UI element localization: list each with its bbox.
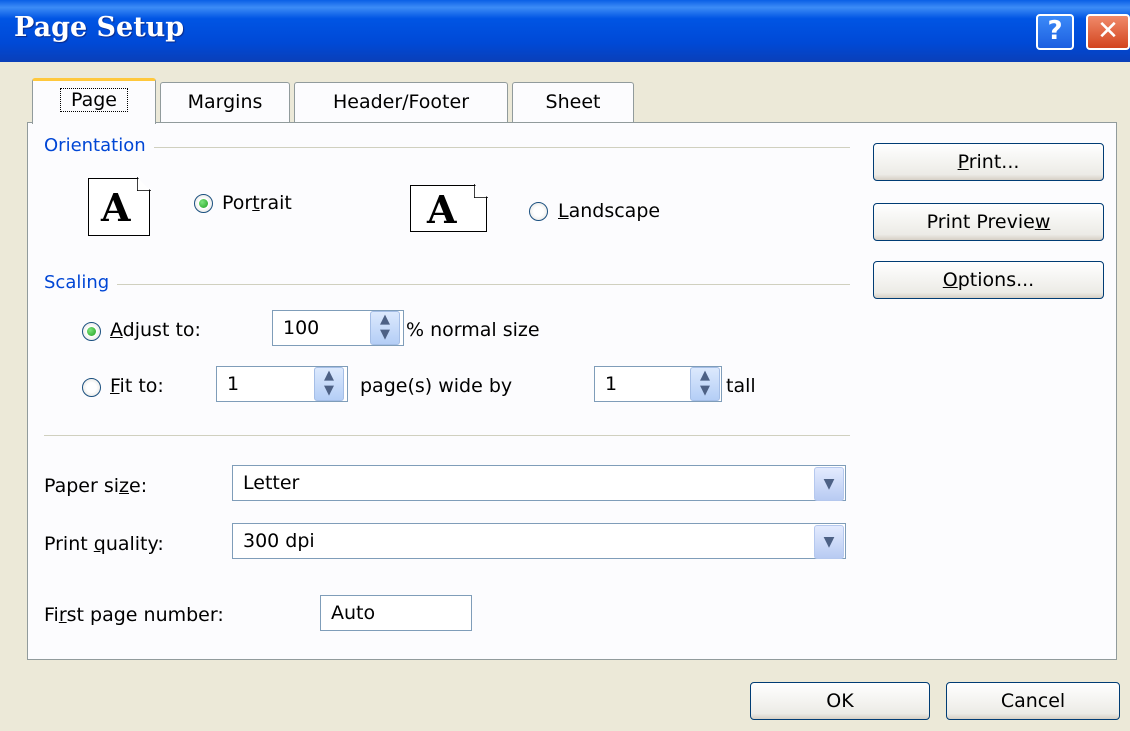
portrait-glyph: A — [101, 185, 131, 230]
cancel-button[interactable]: Cancel — [946, 682, 1120, 720]
tab-header-footer-label: Header/Footer — [332, 91, 470, 113]
chevron-down-icon[interactable]: ▼ — [814, 467, 844, 501]
page-tab-panel: Orientation A Portrait A Landscape Scali… — [27, 122, 1117, 660]
adjust-to-radio[interactable] — [82, 322, 101, 341]
spin-up-icon[interactable]: ▲ — [380, 312, 390, 327]
ok-button[interactable]: OK — [750, 682, 930, 720]
section-divider — [44, 435, 850, 436]
scaling-divider — [44, 284, 850, 285]
scaling-group-label: Scaling — [44, 272, 118, 293]
print-button[interactable]: Print... — [873, 143, 1104, 181]
close-button[interactable]: ✕ — [1086, 14, 1130, 50]
chevron-down-icon[interactable]: ▼ — [814, 525, 844, 559]
tab-page[interactable]: Page — [32, 78, 156, 124]
tab-margins-label: Margins — [187, 91, 263, 113]
portrait-radio[interactable] — [194, 194, 213, 213]
spin-up-icon[interactable]: ▲ — [324, 368, 334, 383]
print-quality-select[interactable]: 300 dpi ▼ — [232, 523, 846, 559]
landscape-page-icon: A — [410, 184, 488, 232]
page-fold-icon — [137, 177, 151, 191]
fit-tall-spinner[interactable]: ▲ ▼ — [690, 367, 720, 401]
spin-up-icon[interactable]: ▲ — [700, 368, 710, 383]
tab-page-label: Page — [60, 88, 128, 112]
close-icon: ✕ — [1097, 16, 1119, 46]
fit-to-label[interactable]: Fit to: — [110, 375, 164, 397]
adjust-to-label[interactable]: Adjust to: — [110, 319, 201, 341]
page-fold-icon — [474, 184, 488, 198]
paper-size-select[interactable]: Letter ▼ — [232, 465, 846, 501]
fit-wide-spinner[interactable]: ▲ ▼ — [314, 367, 344, 401]
fit-to-radio[interactable] — [82, 378, 101, 397]
portrait-label[interactable]: Portrait — [222, 192, 292, 214]
tall-label: tall — [726, 375, 756, 397]
tab-sheet[interactable]: Sheet — [512, 82, 634, 122]
spin-down-icon[interactable]: ▼ — [700, 383, 710, 398]
adjust-percent-spinner[interactable]: ▲ ▼ — [370, 311, 400, 345]
paper-size-label: Paper size: — [44, 475, 148, 497]
orientation-divider — [44, 147, 850, 148]
help-icon: ? — [1047, 16, 1063, 46]
print-preview-button[interactable]: Print Preview — [873, 203, 1104, 241]
landscape-radio[interactable] — [529, 202, 548, 221]
spin-down-icon[interactable]: ▼ — [324, 383, 334, 398]
tab-sheet-label: Sheet — [545, 91, 601, 113]
portrait-page-icon: A — [88, 177, 151, 236]
landscape-label[interactable]: Landscape — [558, 200, 660, 222]
window-title: Page Setup — [14, 12, 185, 43]
normal-size-label: % normal size — [406, 319, 540, 341]
title-bar: Page Setup ? ✕ — [0, 0, 1130, 62]
help-button[interactable]: ? — [1036, 14, 1074, 50]
tab-margins[interactable]: Margins — [160, 82, 290, 122]
options-button[interactable]: Options... — [873, 261, 1104, 299]
first-page-number-input[interactable]: Auto — [320, 595, 472, 631]
first-page-number-label: First page number: — [44, 604, 224, 626]
tab-header-footer[interactable]: Header/Footer — [294, 82, 508, 122]
spin-down-icon[interactable]: ▼ — [380, 327, 390, 342]
print-quality-label: Print quality: — [44, 533, 164, 555]
pages-wide-label: page(s) wide by — [360, 375, 513, 397]
orientation-group-label: Orientation — [44, 135, 154, 156]
landscape-glyph: A — [427, 187, 457, 232]
